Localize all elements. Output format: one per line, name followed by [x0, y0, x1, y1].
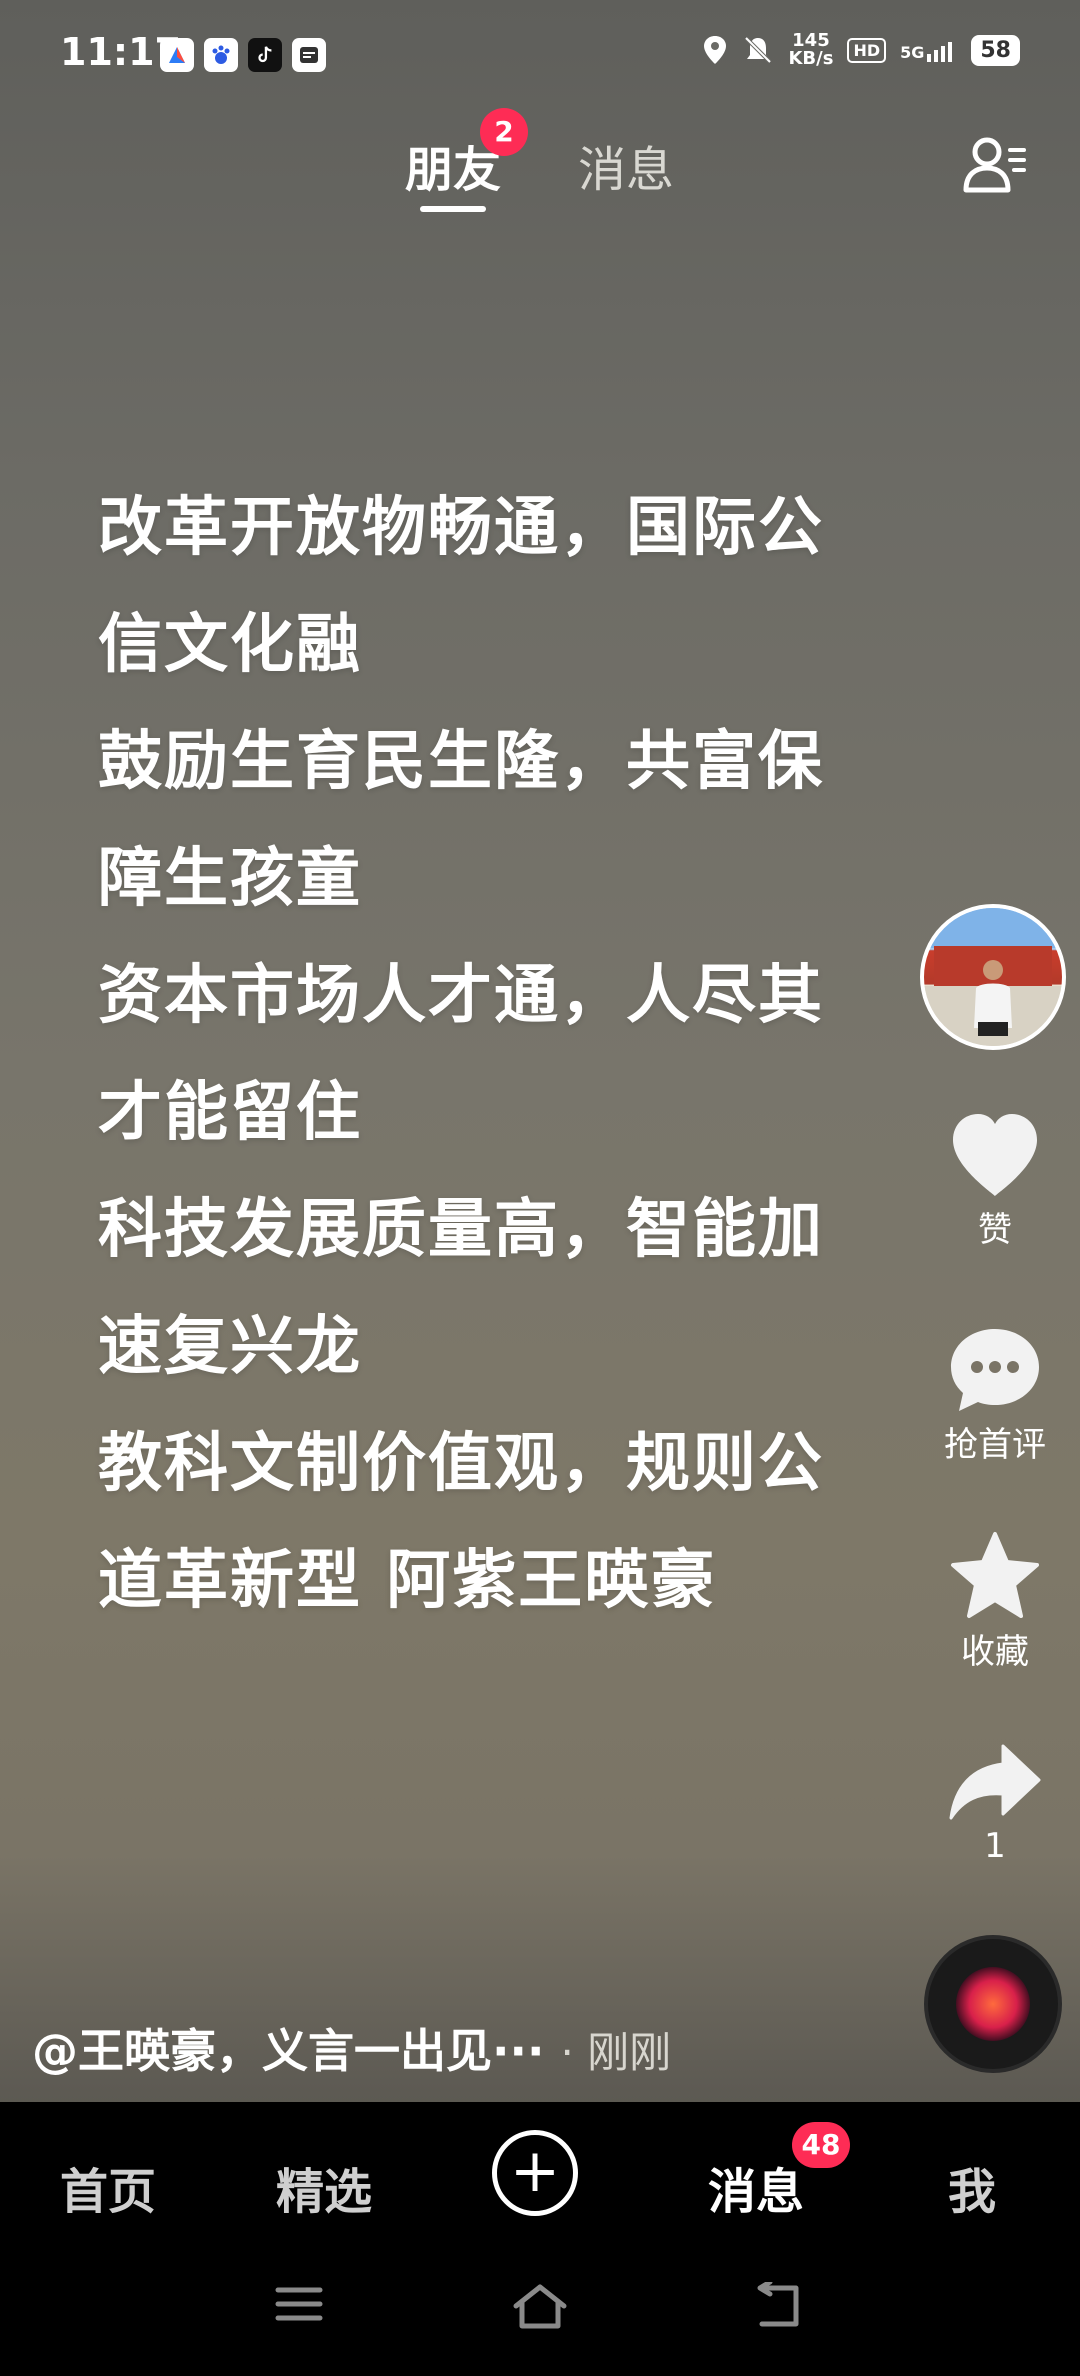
- music-disc[interactable]: [924, 1935, 1062, 2073]
- like-action[interactable]: 赞: [910, 1110, 1080, 1251]
- nav-messages[interactable]: 消息: [708, 2152, 804, 2222]
- poem-line: 障生孩童: [98, 842, 362, 916]
- comment-action[interactable]: 抢首评: [910, 1325, 1080, 1466]
- contacts-list-icon[interactable]: [960, 130, 1030, 200]
- poem-line: 教科文制价值观，规则公: [98, 1427, 824, 1501]
- bottom-nav-bar: 首页 精选 + 消息 48 我: [0, 2102, 1080, 2376]
- nav-home[interactable]: 首页: [60, 2152, 156, 2222]
- signal-indicator: 5G: [900, 38, 957, 62]
- music-cover: [956, 1967, 1030, 2041]
- system-status: 145 KB/s HD 5G 58: [702, 32, 1020, 68]
- favorite-label: 收藏: [961, 1632, 1029, 1672]
- comment-label: 抢首评: [944, 1425, 1046, 1465]
- friends-badge: 2: [480, 108, 528, 156]
- author-caption-text: @王暎豪，义言一出见···: [32, 2024, 545, 2078]
- message-app-icon: [292, 38, 326, 72]
- poem-line: 资本市场人才通，人尽其: [98, 959, 824, 1033]
- hd-indicator: HD: [847, 37, 887, 63]
- poem-line: 信文化融: [98, 608, 362, 682]
- home-icon[interactable]: [510, 2282, 570, 2332]
- post-time: · 刚刚: [560, 2028, 672, 2077]
- signal-bars-icon: [927, 42, 953, 62]
- menu-icon[interactable]: [274, 2282, 324, 2326]
- star-icon: [951, 1532, 1039, 1618]
- author-caption[interactable]: @王暎豪，义言一出见··· · 刚刚: [32, 2015, 671, 2081]
- share-count: 1: [984, 1826, 1006, 1866]
- battery-indicator: 58: [971, 34, 1020, 66]
- mute-bell-icon: [745, 36, 772, 64]
- baidu-app-icon: [204, 38, 238, 72]
- share-arrow-icon: [949, 1744, 1041, 1820]
- network-speed: 145 KB/s: [788, 30, 834, 69]
- back-icon[interactable]: [752, 2282, 806, 2330]
- top-tab-bar: 朋友 2 消息: [0, 108, 1080, 230]
- like-label: 赞: [978, 1210, 1012, 1250]
- active-tab-indicator: [420, 206, 486, 212]
- maps-app-icon: [160, 38, 194, 72]
- location-icon: [704, 36, 727, 64]
- system-nav-bar: [0, 2282, 1080, 2342]
- notification-icons: [160, 38, 326, 72]
- share-action[interactable]: 1: [910, 1740, 1080, 1866]
- author-avatar[interactable]: [920, 904, 1066, 1050]
- favorite-action[interactable]: 收藏: [910, 1530, 1080, 1673]
- poem-line: 科技发展质量高，智能加: [98, 1193, 824, 1267]
- poem-line: 才能留住: [98, 1076, 362, 1150]
- post-text: 改革开放物畅通，国际公 信文化融 鼓励生育民生隆，共富保 障生孩童 资本市场人才…: [98, 470, 918, 1640]
- nav-me[interactable]: 我: [948, 2152, 996, 2222]
- comment-icon: [951, 1329, 1039, 1411]
- nav-featured[interactable]: 精选: [276, 2152, 372, 2222]
- status-bar: 11:17 145 KB/s HD 5G 58: [0, 0, 1080, 115]
- poem-line: 鼓励生育民生隆，共富保: [98, 725, 824, 799]
- poem-line: 改革开放物畅通，国际公: [98, 491, 824, 565]
- heart-icon: [953, 1114, 1037, 1196]
- poem-line: 道革新型 阿紫王暎豪: [98, 1544, 717, 1618]
- tiktok-app-icon: [248, 38, 282, 72]
- messages-badge: 48: [792, 2122, 850, 2168]
- tab-messages[interactable]: 消息: [578, 130, 674, 200]
- poem-line: 速复兴龙: [98, 1310, 362, 1384]
- create-post-button[interactable]: +: [492, 2130, 578, 2216]
